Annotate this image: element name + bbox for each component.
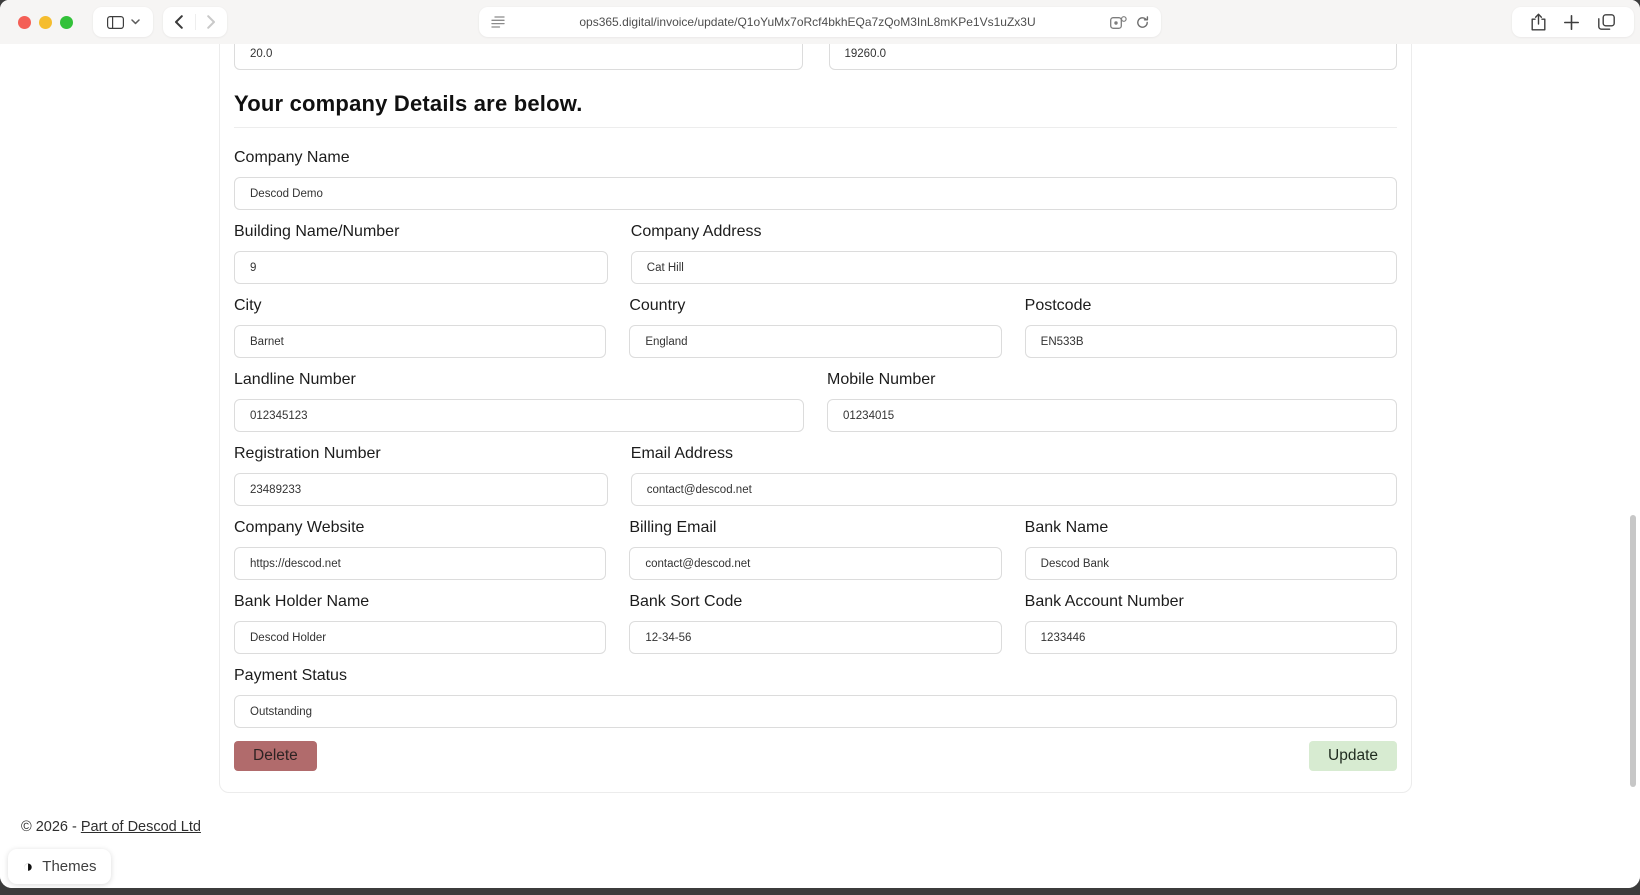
heading-divider: [234, 127, 1397, 128]
company-website-label: Company Website: [234, 519, 365, 536]
email-address-field-group: Email Address: [630, 442, 1397, 506]
billing-email-field-group: Billing Email: [629, 516, 1002, 580]
theme-contrast-icon: ◑: [23, 857, 34, 876]
city-field-group: City: [234, 294, 607, 358]
form-row: Bank Holder Name Bank Sort Code Bank Accou…: [234, 590, 1397, 654]
postcode-field-group: Postcode: [1024, 294, 1397, 358]
bank-holder-name-field-group: Bank Holder Name: [234, 590, 607, 654]
bank-name-label: Bank Name: [1024, 519, 1109, 536]
page-title: Your company Details are below.: [234, 91, 583, 116]
mobile-number-input[interactable]: [827, 399, 1397, 432]
bank-holder-name-input[interactable]: [234, 621, 607, 654]
form-row: Building Name/Number Company Address: [234, 220, 1397, 284]
bank-account-number-input[interactable]: [1024, 621, 1397, 654]
building-name-number-label: Building Name/Number: [234, 223, 400, 240]
country-label: Country: [629, 297, 686, 314]
themes-label: Themes: [42, 858, 97, 875]
tab-overview-icon[interactable]: [1597, 14, 1615, 30]
company-address-label: Company Address: [630, 223, 762, 240]
landline-number-label: Landline Number: [234, 371, 356, 388]
company-details-card: Your company Details are below. Company …: [219, 32, 1412, 793]
browser-toolbar: ops365.digital/invoice/update/Q1oYuMx7oR…: [0, 0, 1640, 44]
city-label: City: [234, 297, 262, 314]
company-name-field-group: Company Name: [234, 146, 1397, 210]
form-row: Landline Number Mobile Number: [234, 368, 1397, 432]
building-name-number-field-group: Building Name/Number: [234, 220, 608, 284]
city-input[interactable]: [234, 325, 607, 358]
privacy-badge-icon[interactable]: [1110, 15, 1127, 29]
registration-number-field-group: Registration Number: [234, 442, 608, 506]
company-address-input[interactable]: [630, 251, 1397, 284]
company-website-field-group: Company Website: [234, 516, 607, 580]
email-address-input[interactable]: [630, 473, 1397, 506]
form-row: City Country Postcode: [234, 294, 1397, 358]
sidebar-toggle-button[interactable]: [93, 7, 153, 37]
vertical-scrollbar-thumb[interactable]: [1630, 515, 1636, 787]
bank-name-field-group: Bank Name: [1024, 516, 1397, 580]
bank-account-number-field-group: Bank Account Number: [1024, 590, 1397, 654]
bank-sort-code-field-group: Bank Sort Code: [629, 590, 1002, 654]
postcode-label: Postcode: [1024, 297, 1092, 314]
bank-account-number-label: Bank Account Number: [1024, 593, 1184, 610]
address-bar-right-icons: [1110, 15, 1149, 29]
company-address-field-group: Company Address: [630, 220, 1397, 284]
minimize-window-button[interactable]: [39, 15, 52, 29]
payment-status-field-group: Payment Status: [234, 664, 1397, 728]
building-name-number-input[interactable]: [234, 251, 608, 284]
payment-status-input[interactable]: [234, 695, 1397, 728]
registration-number-label: Registration Number: [234, 445, 381, 462]
page-content: Your company Details are below. Company …: [0, 32, 1640, 888]
bank-sort-code-label: Bank Sort Code: [629, 593, 743, 610]
form-row: Payment Status: [234, 664, 1397, 728]
form-actions: Delete Update: [234, 741, 1397, 771]
company-name-label: Company Name: [234, 149, 350, 166]
company-website-input[interactable]: [234, 547, 607, 580]
copyright-text: © 2026 -: [21, 819, 77, 835]
country-field-group: Country: [629, 294, 1002, 358]
url-text: ops365.digital/invoice/update/Q1oYuMx7oR…: [579, 15, 1036, 29]
reload-icon[interactable]: [1136, 15, 1149, 29]
form-row: Registration Number Email Address: [234, 442, 1397, 506]
form-row: Company Name: [234, 146, 1397, 210]
forward-button[interactable]: [196, 7, 228, 37]
chevron-down-icon: [130, 19, 140, 25]
zoom-window-button[interactable]: [60, 15, 73, 29]
bank-name-input[interactable]: [1024, 547, 1397, 580]
bank-sort-code-input[interactable]: [629, 621, 1002, 654]
nav-buttons: [163, 7, 227, 37]
update-button[interactable]: Update: [1309, 741, 1397, 771]
browser-window: ops365.digital/invoice/update/Q1oYuMx7oR…: [0, 0, 1640, 888]
reader-format-icon[interactable]: [491, 16, 505, 28]
form-rows: Company Name Building Name/Number Company …: [234, 146, 1397, 728]
address-bar[interactable]: ops365.digital/invoice/update/Q1oYuMx7oR…: [479, 7, 1161, 37]
close-window-button[interactable]: [18, 15, 31, 29]
mobile-number-label: Mobile Number: [827, 371, 936, 388]
bank-holder-name-label: Bank Holder Name: [234, 593, 370, 610]
new-tab-icon[interactable]: [1564, 14, 1580, 30]
email-address-label: Email Address: [630, 445, 734, 462]
country-input[interactable]: [629, 325, 1002, 358]
back-button[interactable]: [163, 7, 195, 37]
company-name-input[interactable]: [234, 177, 1397, 210]
landline-number-input[interactable]: [234, 399, 804, 432]
toolbar-right-buttons: [1512, 7, 1634, 37]
mobile-number-field-group: Mobile Number: [827, 368, 1397, 432]
payment-status-label: Payment Status: [234, 667, 347, 684]
company-link[interactable]: Part of Descod Ltd: [81, 819, 201, 835]
share-icon[interactable]: [1531, 13, 1546, 31]
themes-toggle-button[interactable]: ◑ Themes: [8, 849, 112, 884]
landline-number-field-group: Landline Number: [234, 368, 804, 432]
registration-number-input[interactable]: [234, 473, 608, 506]
billing-email-label: Billing Email: [629, 519, 717, 536]
postcode-input[interactable]: [1024, 325, 1397, 358]
delete-button[interactable]: Delete: [234, 741, 317, 771]
footer-copyright: © 2026 - Part of Descod Ltd: [21, 819, 201, 835]
traffic-lights: [18, 15, 73, 29]
form-row: Company Website Billing Email Bank Name: [234, 516, 1397, 580]
sidebar-icon: [106, 15, 124, 29]
billing-email-input[interactable]: [629, 547, 1002, 580]
